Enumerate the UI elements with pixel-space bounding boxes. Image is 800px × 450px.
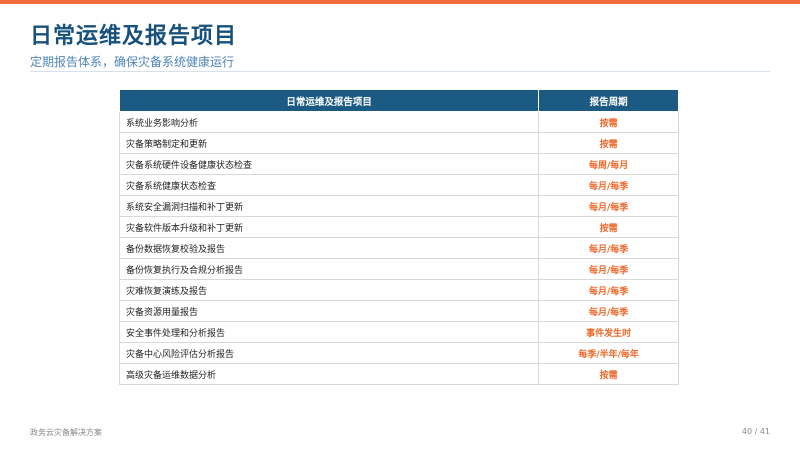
- report-table: 日常运维及报告项目 报告周期 系统业务影响分析 按需 灾备策略制定和更新 按需 灾备系统…: [118, 89, 679, 385]
- report-item-cell: 系统业务影响分析: [118, 111, 540, 133]
- page-number: 40 / 41: [741, 427, 770, 436]
- report-cycle-cell: 按需: [538, 216, 679, 238]
- report-cycle-cell: 按需: [538, 132, 679, 154]
- report-item-cell: 灾备策略制定和更新: [118, 132, 540, 154]
- report-item-cell: 灾备系统健康状态检查: [118, 174, 540, 196]
- report-cycle-cell: 每周/每月: [538, 153, 679, 175]
- page-subtitle: 定期报告体系，确保灾备系统健康运行: [30, 55, 235, 69]
- report-cycle-cell: 每月/每季: [538, 279, 679, 301]
- table-row: 灾备策略制定和更新 按需: [118, 132, 679, 154]
- table-body: 系统业务影响分析 按需 灾备策略制定和更新 按需 灾备系统硬件设备健康状态检查 每周/每月…: [118, 111, 679, 385]
- report-item-cell: 灾备中心风险评估分析报告: [118, 342, 540, 364]
- table-row: 安全事件处理和分析报告 事件发生时: [118, 321, 679, 343]
- report-item-cell: 安全事件处理和分析报告: [118, 321, 540, 343]
- report-cycle-cell: 事件发生时: [538, 321, 679, 343]
- table-row: 备份恢复执行及合规分析报告 每月/每季: [118, 258, 679, 280]
- report-item-cell: 灾难恢复演练及报告: [118, 279, 540, 301]
- title-divider: [30, 71, 770, 72]
- report-item-cell: 灾备系统硬件设备健康状态检查: [118, 153, 540, 175]
- report-cycle-cell: 每月/每季: [538, 174, 679, 196]
- table-row: 备份数据恢复校验及报告 每月/每季: [118, 237, 679, 259]
- report-cycle-cell: 每月/每季: [538, 300, 679, 322]
- table-row: 系统业务影响分析 按需: [118, 111, 679, 133]
- table-row: 灾备中心风险评估分析报告 每季/半年/每年: [118, 342, 679, 364]
- table-row: 高级灾备运维数据分析 按需: [118, 363, 679, 385]
- report-cycle-cell: 每季/半年/每年: [538, 342, 679, 364]
- report-cycle-cell: 按需: [538, 363, 679, 385]
- table-row: 灾备系统健康状态检查 每月/每季: [118, 174, 679, 196]
- table-row: 系统安全漏洞扫描和补丁更新 每月/每季: [118, 195, 679, 217]
- report-item-cell: 系统安全漏洞扫描和补丁更新: [118, 195, 540, 217]
- report-item-cell: 灾备软件版本升级和补丁更新: [118, 216, 540, 238]
- table-header-row: 日常运维及报告项目 报告周期: [118, 89, 679, 112]
- top-accent-bar: [0, 0, 800, 4]
- report-cycle-cell: 每月/每季: [538, 258, 679, 280]
- table-row: 灾备软件版本升级和补丁更新 按需: [118, 216, 679, 238]
- table-row: 灾难恢复演练及报告 每月/每季: [118, 279, 679, 301]
- report-cycle-cell: 每月/每季: [538, 195, 679, 217]
- column-header-item: 日常运维及报告项目: [118, 89, 540, 112]
- report-item-cell: 备份恢复执行及合规分析报告: [118, 258, 540, 280]
- report-item-cell: 备份数据恢复校验及报告: [118, 237, 540, 259]
- report-cycle-cell: 按需: [538, 111, 679, 133]
- table-row: 灾备资源用量报告 每月/每季: [118, 300, 679, 322]
- report-item-cell: 灾备资源用量报告: [118, 300, 540, 322]
- page-title: 日常运维及报告项目: [30, 24, 238, 49]
- report-item-cell: 高级灾备运维数据分析: [118, 363, 540, 385]
- column-header-cycle: 报告周期: [538, 89, 679, 112]
- table-row: 灾备系统硬件设备健康状态检查 每周/每月: [118, 153, 679, 175]
- report-cycle-cell: 每月/每季: [538, 237, 679, 259]
- footer-title: 政务云灾备解决方案: [30, 428, 102, 437]
